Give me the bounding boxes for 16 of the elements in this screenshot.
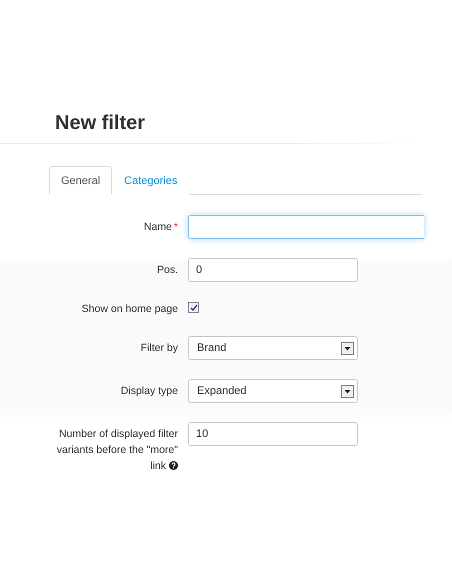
field-label: Number of displayed filter variants before the "more" link [56,427,178,474]
tab[interactable]: General [49,166,112,195]
input-field[interactable]: 0 [188,258,358,282]
field-label: Pos. [156,263,178,278]
required-asterisk: * [174,221,178,233]
select-dropdown[interactable]: Expanded [188,379,358,403]
page-title: New filter [55,111,146,136]
field-label: Name * [142,220,178,235]
help-icon[interactable] [169,461,178,470]
field-label: Filter by [140,341,178,356]
checkbox[interactable] [188,302,199,313]
field-label: Show on home page [80,302,178,317]
input-field[interactable]: 10 [188,422,358,446]
select-dropdown[interactable]: Brand [188,336,358,360]
field-label: Display type [120,384,178,399]
input-field[interactable] [188,215,424,239]
